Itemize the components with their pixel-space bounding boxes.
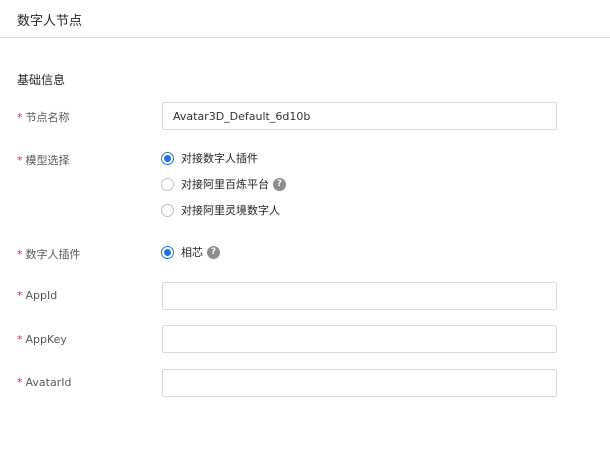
appkey-label-text: AppKey xyxy=(25,333,67,346)
required-mark: * xyxy=(17,376,23,389)
avatarid-label: * AvatarId xyxy=(17,376,71,389)
appid-input[interactable] xyxy=(162,282,557,310)
avatarid-label-text: AvatarId xyxy=(25,376,72,389)
model-option-digital-human-plugin[interactable]: 对接数字人插件 xyxy=(161,150,258,166)
radio-unchecked[interactable] xyxy=(161,203,174,217)
appkey-label: * AppKey xyxy=(17,333,67,346)
node-name-input[interactable] xyxy=(162,102,557,130)
question-circle-icon[interactable]: ? xyxy=(207,245,220,259)
question-circle-icon[interactable]: ? xyxy=(273,177,286,191)
appid-label-text: AppId xyxy=(25,289,58,302)
required-mark: * xyxy=(17,289,23,302)
plugin-label-text: 数字人插件 xyxy=(25,248,81,261)
model-option-label: 对接数字人插件 xyxy=(181,152,258,165)
model-option-bailian-platform[interactable]: 对接阿里百炼平台 ? xyxy=(161,176,286,192)
required-mark: * xyxy=(17,111,23,124)
required-mark: * xyxy=(17,333,23,346)
panel-title: 数字人节点 xyxy=(17,14,83,29)
plugin-label: * 数字人插件 xyxy=(17,246,81,262)
plugin-option-label: 相芯 xyxy=(181,246,203,259)
plugin-option-xiangxin[interactable]: 相芯 ? xyxy=(161,244,220,260)
appid-label: * AppId xyxy=(17,289,57,302)
model-option-label: 对接阿里百炼平台 xyxy=(181,178,269,191)
model-select-label: * 模型选择 xyxy=(17,152,70,168)
avatarid-input[interactable] xyxy=(162,369,557,397)
radio-unchecked[interactable] xyxy=(161,177,174,191)
node-name-label: * 节点名称 xyxy=(17,109,70,125)
model-option-label: 对接阿里灵境数字人 xyxy=(181,204,280,217)
section-title: 基础信息 xyxy=(17,73,66,87)
appkey-input[interactable] xyxy=(162,325,557,353)
model-select-label-text: 模型选择 xyxy=(25,154,70,167)
panel-header: 数字人节点 xyxy=(0,0,610,38)
node-name-label-text: 节点名称 xyxy=(25,111,70,124)
radio-checked[interactable] xyxy=(161,151,174,165)
model-option-lingjing-digital-human[interactable]: 对接阿里灵境数字人 xyxy=(161,202,280,218)
digital-human-node-panel: 数字人节点 基础信息 *节点名称 *模型选择 对接数字人插件 对接阿里百炼平台 … xyxy=(0,0,610,461)
radio-checked[interactable] xyxy=(161,245,174,259)
required-mark: * xyxy=(17,154,23,167)
required-mark: * xyxy=(17,248,23,261)
